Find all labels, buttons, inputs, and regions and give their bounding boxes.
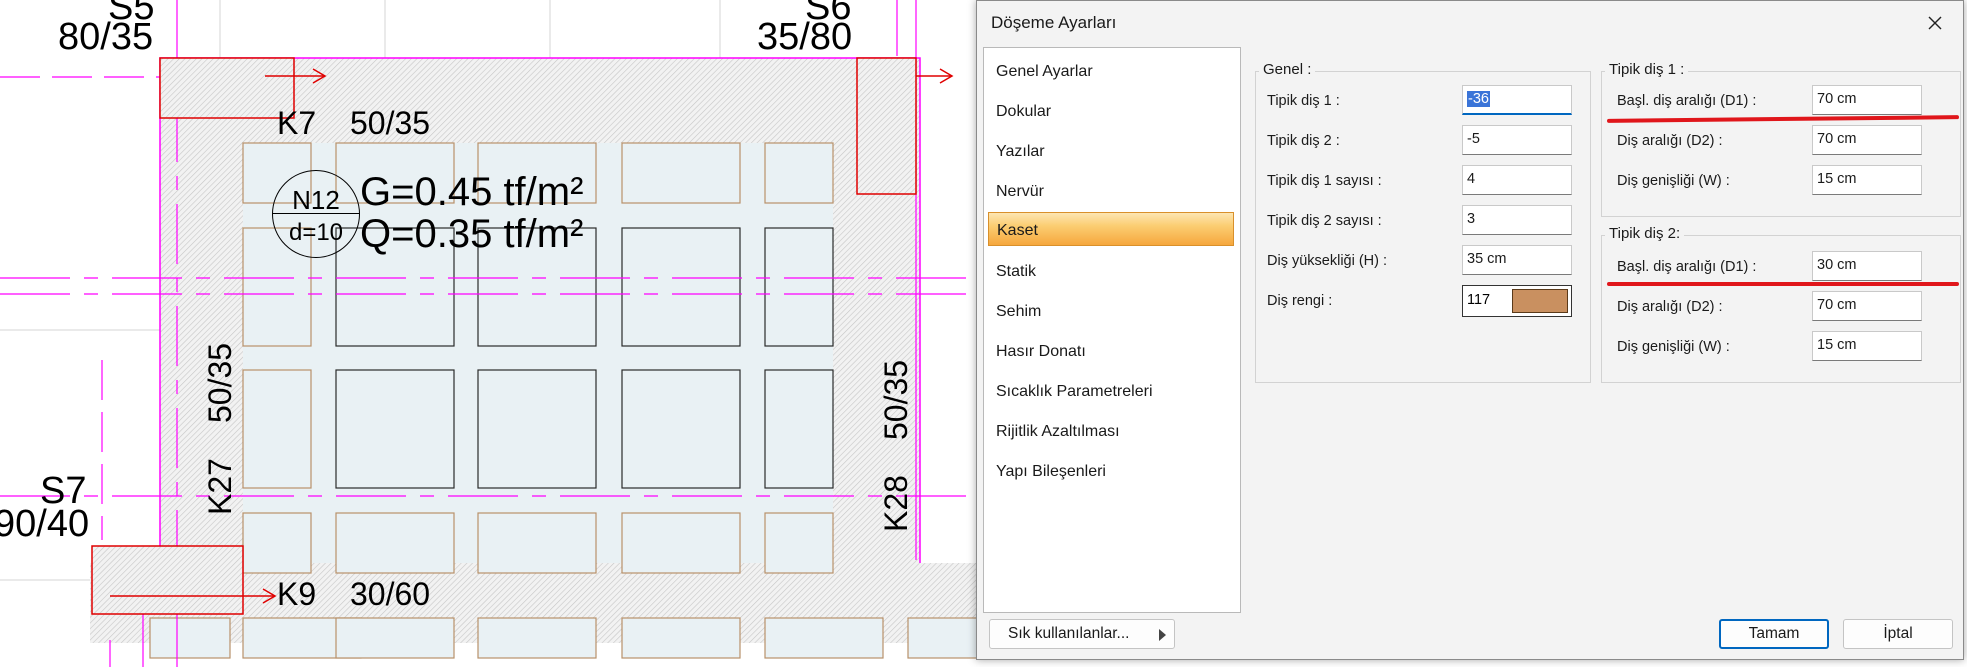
- column-s6-size: 35/80: [757, 16, 853, 58]
- beam-k7-id: K7: [277, 105, 317, 141]
- dis-rengi-value: 117: [1467, 292, 1491, 308]
- tipik1-d2-input[interactable]: 70 cm: [1812, 125, 1922, 155]
- rib-cell: [621, 512, 741, 574]
- close-icon[interactable]: [1921, 9, 1949, 37]
- nav-item-kaset[interactable]: Kaset: [988, 212, 1234, 246]
- tipik-dis-2-label: Tipik diş 2 :: [1267, 133, 1340, 149]
- rib-cell: [764, 617, 884, 659]
- tipik1-d2-label: Diş aralığı (D2) :: [1617, 133, 1723, 149]
- tipik-dis-1-value: -36: [1467, 91, 1490, 107]
- tipik-dis-2-sayisi-label: Tipik diş 2 sayısı :: [1267, 213, 1382, 229]
- tipik-dis-1-sayisi-label: Tipik diş 1 sayısı :: [1267, 173, 1382, 189]
- nav-item-statik[interactable]: Statik: [988, 254, 1234, 288]
- rib-cell: [477, 512, 597, 574]
- tipik-dis-1-group-title: Tipik diş 1 :: [1605, 61, 1689, 78]
- dialog-titlebar[interactable]: Döşeme Ayarları: [977, 1, 1963, 45]
- dis-rengi-picker[interactable]: 117: [1462, 285, 1572, 317]
- rib-cell: [335, 512, 455, 574]
- tipik-dis-1-sayisi-input[interactable]: 4: [1462, 165, 1572, 195]
- slab-settings-dialog[interactable]: Döşeme Ayarları Genel Ayarlar Dokular Ya…: [976, 0, 1964, 660]
- nav-item-yapi-bilesenleri[interactable]: Yapı Bileşenleri: [988, 454, 1234, 488]
- favorites-button[interactable]: Sık kullanılanlar...: [989, 619, 1175, 649]
- nav-item-yazilar[interactable]: Yazılar: [988, 134, 1234, 168]
- beam-k9-size: 30/60: [350, 576, 431, 612]
- nav-item-nervur[interactable]: Nervür: [988, 174, 1234, 208]
- beam-k27-size: 50/35: [202, 342, 238, 423]
- nav-item-sehim[interactable]: Sehim: [988, 294, 1234, 328]
- genel-group-title: Genel :: [1259, 61, 1316, 78]
- slab-live-load: Q=0.35 tf/m²: [360, 212, 584, 256]
- beam-k9-id: K9: [277, 576, 317, 612]
- tipik2-d2-label: Diş aralığı (D2) :: [1617, 299, 1723, 315]
- beam-k27-id: K27: [202, 458, 238, 515]
- nav-item-dokular[interactable]: Dokular: [988, 94, 1234, 128]
- favorites-button-label: Sık kullanılanlar...: [1008, 625, 1130, 642]
- rib-cell: [621, 617, 741, 659]
- rib-cell: [335, 617, 455, 659]
- tipik1-w-label: Diş genişliği (W) :: [1617, 173, 1730, 189]
- chevron-right-icon: [1159, 629, 1166, 641]
- rib-cell: [335, 369, 455, 489]
- rib-cell: [621, 369, 741, 489]
- tipik-dis-1-input[interactable]: -36: [1462, 85, 1572, 115]
- rib-cell: [242, 369, 312, 489]
- rib-cell: [477, 617, 597, 659]
- column-s7-size: 90/40: [0, 503, 90, 545]
- rib-cell: [764, 512, 834, 574]
- nav-item-rijitlik-azaltilmasi[interactable]: Rijitlik Azaltılması: [988, 414, 1234, 448]
- slab-thickness: d=10: [288, 219, 344, 246]
- cancel-button[interactable]: İptal: [1843, 619, 1953, 649]
- tipik2-w-label: Diş genişliği (W) :: [1617, 339, 1730, 355]
- dialog-title: Döşeme Ayarları: [991, 13, 1117, 32]
- nav-item-genel-ayarlar[interactable]: Genel Ayarlar: [988, 54, 1234, 88]
- column-s5-size: 80/35: [58, 16, 154, 58]
- dialog-button-bar: Sık kullanılanlar... Tamam İptal: [977, 613, 1963, 659]
- slab-id: N12: [292, 185, 340, 215]
- rib-cell: [242, 512, 312, 574]
- rib-cell: [764, 227, 834, 347]
- ok-button[interactable]: Tamam: [1719, 619, 1829, 649]
- dis-rengi-label: Diş rengi :: [1267, 293, 1333, 309]
- rib-cell: [764, 369, 834, 489]
- beam-k28-id: K28: [878, 475, 914, 532]
- column-s5: [159, 57, 295, 119]
- beam-k7-size: 50/35: [350, 105, 431, 141]
- nav-item-hasir-donati[interactable]: Hasır Donatı: [988, 334, 1234, 368]
- settings-nav-list[interactable]: Genel Ayarlar Dokular Yazılar Nervür Kas…: [983, 47, 1241, 613]
- dis-yuksekligi-label: Diş yüksekliği (H) :: [1267, 253, 1388, 269]
- tipik-dis-2-sayisi-input[interactable]: 3: [1462, 205, 1572, 235]
- slab-badge: N12 d=10: [272, 170, 360, 258]
- rib-cell: [621, 142, 741, 204]
- tipik1-d1-label: Başl. diş aralığı (D1) :: [1617, 93, 1757, 109]
- tipik2-d1-input[interactable]: 30 cm: [1812, 251, 1922, 281]
- column-s7: [91, 545, 244, 615]
- tipik2-d1-label: Başl. diş aralığı (D1) :: [1617, 259, 1757, 275]
- tipik-dis-1-label: Tipik diş 1 :: [1267, 93, 1340, 109]
- slab-dead-load: G=0.45 tf/m²: [360, 170, 584, 214]
- rib-cell: [477, 369, 597, 489]
- tipik2-d2-input[interactable]: 70 cm: [1812, 291, 1922, 321]
- column-s6: [856, 57, 917, 195]
- tipik2-w-input[interactable]: 15 cm: [1812, 331, 1922, 361]
- rib-cell: [149, 617, 231, 659]
- tipik-dis-2-input[interactable]: -5: [1462, 125, 1572, 155]
- dis-rengi-swatch[interactable]: [1512, 289, 1568, 313]
- tipik-dis-2-group-title: Tipik diş 2:: [1605, 225, 1685, 242]
- nav-item-sicaklik-parametreleri[interactable]: Sıcaklık Parametreleri: [988, 374, 1234, 408]
- highlight-underline-2: [1607, 282, 1959, 286]
- beam-k28-size: 50/35: [878, 359, 914, 440]
- rib-cell: [764, 142, 834, 204]
- dis-yuksekligi-input[interactable]: 35 cm: [1462, 245, 1572, 275]
- tipik1-d1-input[interactable]: 70 cm: [1812, 85, 1922, 115]
- tipik1-w-input[interactable]: 15 cm: [1812, 165, 1922, 195]
- rib-cell: [621, 227, 741, 347]
